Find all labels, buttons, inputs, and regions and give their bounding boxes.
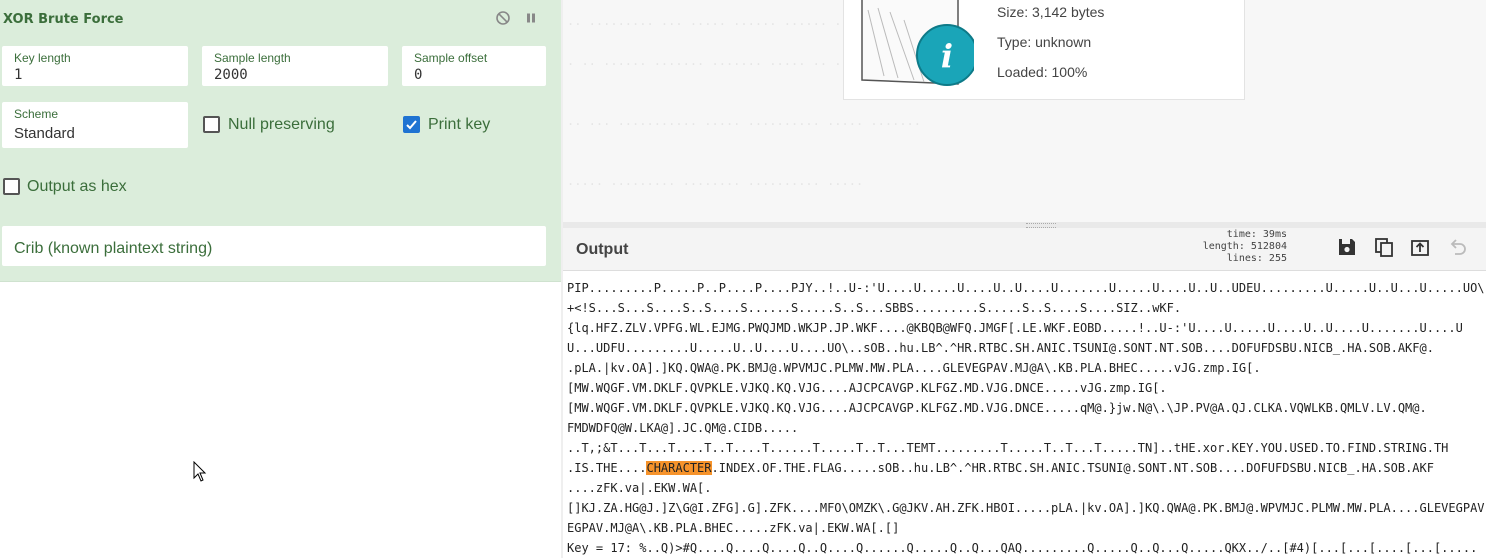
pause-icon[interactable] bbox=[523, 10, 539, 26]
output-line: FMDWDFQ@W.LKA@].JC.QM@.CIDB..... bbox=[567, 421, 799, 435]
io-panel: .. ......... ... ..... ...... ...... ...… bbox=[563, 0, 1486, 558]
output-line: .pLA.|kv.OA].]KQ.QWA@.PK.BMJ@.WPVMJC.PLM… bbox=[567, 361, 1261, 375]
copy-icon[interactable] bbox=[1373, 236, 1395, 258]
key-length-input[interactable]: 1 bbox=[14, 67, 22, 83]
disable-icon[interactable] bbox=[495, 10, 511, 26]
output-line: ..T,;&T...T...T....T..T....T......T.....… bbox=[567, 441, 1449, 455]
search-highlight: CHARACTER bbox=[646, 461, 712, 475]
output-text-area[interactable]: PIP.........P.....P..P....P....PJY..!..U… bbox=[563, 271, 1486, 558]
output-line: []KJ.ZA.HG@J.]Z\G@I.ZFG].G].ZFK....MFO\O… bbox=[567, 501, 1485, 515]
sample-offset-field[interactable]: Sample offset 0 bbox=[402, 46, 546, 86]
output-lines: lines: 255 bbox=[1226, 253, 1287, 264]
crib-input[interactable]: Crib (known plaintext string) bbox=[2, 226, 546, 266]
save-icon[interactable] bbox=[1336, 236, 1358, 258]
sample-offset-input[interactable]: 0 bbox=[414, 67, 422, 83]
output-line: U...UDFU.........U.....U..U....U....UO\.… bbox=[567, 341, 1434, 355]
output-segment: .INDEX.OF.THE.FLAG.....sOB..hu.LB^.^HR.R… bbox=[711, 461, 1434, 475]
null-preserving-label[interactable]: Null preserving bbox=[228, 116, 335, 134]
file-loaded: Loaded: 100% bbox=[997, 64, 1088, 80]
output-line: +<!S...S...S....S..S....S......S.....S..… bbox=[567, 301, 1182, 315]
output-title: Output bbox=[576, 241, 629, 258]
file-type: Type: unknown bbox=[997, 34, 1092, 50]
mouse-cursor-icon bbox=[193, 461, 207, 482]
recipe-panel: XOR Brute Force Key length 1 Sample leng… bbox=[0, 0, 561, 558]
input-faded-line: .. ... ........... ..... .......... ....… bbox=[567, 114, 922, 128]
output-time: time: 39ms bbox=[1226, 229, 1287, 240]
key-length-label: Key length bbox=[14, 51, 71, 65]
svg-text:i: i bbox=[941, 37, 953, 75]
scheme-select[interactable]: Scheme Standard bbox=[2, 102, 188, 148]
input-faded-line: ..... ......... ........ .......... ....… bbox=[567, 174, 864, 188]
output-line: [MW.WQGF.VM.DKLF.QVPKLE.VJKQ.KQ.VJG....A… bbox=[567, 401, 1427, 415]
output-line: EGPAV.MJ@A\.KB.PLA.BHEC.....zFK.va|.EKW.… bbox=[567, 521, 900, 535]
undo-icon[interactable] bbox=[1446, 236, 1468, 258]
output-header: Output time: 39ms length: 512804 lines: … bbox=[563, 228, 1486, 271]
replace-input-icon[interactable] bbox=[1409, 236, 1431, 258]
xor-brute-force-operation: XOR Brute Force Key length 1 Sample leng… bbox=[0, 0, 561, 282]
operation-title: XOR Brute Force bbox=[3, 12, 124, 27]
output-segment: .IS.THE.... bbox=[567, 461, 647, 475]
scheme-value[interactable]: Standard bbox=[14, 125, 75, 142]
output-line-with-highlight: .IS.THE....CHARACTER.INDEX.OF.THE.FLAG..… bbox=[567, 461, 1434, 475]
file-size: Size: 3,142 bytes bbox=[997, 4, 1105, 20]
key-length-field[interactable]: Key length 1 bbox=[2, 46, 188, 86]
sample-length-label: Sample length bbox=[214, 51, 291, 65]
output-line: [MW.WQGF.VM.DKLF.QVPKLE.VJKQ.KQ.VJG....A… bbox=[567, 381, 1167, 395]
sample-length-field[interactable]: Sample length 2000 bbox=[202, 46, 388, 86]
null-preserving-checkbox[interactable] bbox=[203, 116, 220, 133]
file-info-overlay: i Size: 3,142 bytes Type: unknown Loaded… bbox=[843, 0, 1245, 100]
output-as-hex-checkbox[interactable] bbox=[3, 178, 20, 195]
input-area[interactable]: .. ......... ... ..... ...... ...... ...… bbox=[563, 0, 1486, 222]
output-line: Key = 17: %..Q)>#Q....Q....Q....Q..Q....… bbox=[567, 541, 1478, 555]
checkmark-icon bbox=[406, 120, 417, 130]
output-line: {lq.HFZ.ZLV.VPFG.WL.EJMG.PWQJMD.WKJP.JP.… bbox=[567, 321, 1463, 335]
output-as-hex-label[interactable]: Output as hex bbox=[27, 178, 127, 196]
output-length: length: 512804 bbox=[1202, 241, 1287, 252]
output-line: ....zFK.va|.EKW.WA[. bbox=[567, 481, 712, 495]
crib-placeholder: Crib (known plaintext string) bbox=[14, 240, 213, 257]
print-key-checkbox[interactable] bbox=[403, 116, 420, 133]
output-line: PIP.........P.....P..P....P....PJY..!..U… bbox=[567, 281, 1486, 295]
sample-length-input[interactable]: 2000 bbox=[214, 67, 248, 83]
print-key-label[interactable]: Print key bbox=[428, 116, 490, 134]
file-icon: i bbox=[861, 0, 974, 86]
sample-offset-label: Sample offset bbox=[414, 51, 488, 65]
scheme-label: Scheme bbox=[14, 107, 59, 121]
